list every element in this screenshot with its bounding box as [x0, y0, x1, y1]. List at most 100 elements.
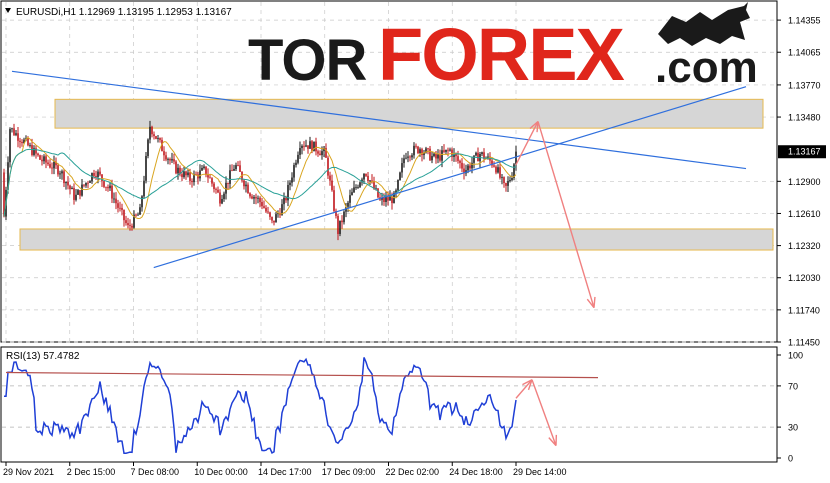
candle-body	[147, 139, 149, 156]
candle-body	[43, 156, 45, 162]
candle-body	[105, 186, 107, 188]
candle-body	[255, 197, 257, 199]
candle-body	[143, 180, 145, 197]
candle-body	[499, 167, 501, 178]
candle-body	[129, 225, 131, 226]
candle-body	[111, 185, 113, 199]
price-tick-label: 1.13770	[788, 80, 821, 90]
candle-body	[435, 153, 437, 159]
candle-body	[365, 173, 367, 176]
candle-body	[443, 150, 445, 152]
candle-body	[347, 202, 349, 207]
candle-body	[203, 166, 205, 168]
candle-body	[97, 171, 99, 178]
candle-body	[71, 188, 73, 190]
candle-body	[9, 129, 11, 163]
candle-body	[503, 177, 505, 184]
candle-body	[77, 190, 79, 195]
candle-body	[39, 155, 41, 160]
support-zone	[19, 228, 774, 251]
candle-body	[481, 152, 483, 154]
candle-body	[369, 180, 371, 182]
candle-body	[357, 187, 359, 188]
current-price-label: 1.13167	[788, 147, 821, 157]
current-price-marker: 1.13167	[778, 145, 826, 159]
candle-body	[181, 174, 183, 177]
time-tick-label: 10 Dec 00:00	[194, 467, 248, 477]
candle-body	[419, 149, 421, 153]
logo-forex: FOREX	[378, 13, 625, 96]
candle-body	[237, 165, 239, 166]
candle-body	[125, 220, 127, 224]
time-tick-label: 2 Dec 15:00	[67, 467, 116, 477]
candle-body	[95, 175, 97, 178]
candle-body	[249, 193, 251, 197]
candle-body	[431, 156, 433, 161]
candle-body	[295, 162, 297, 166]
candle-body	[461, 162, 463, 169]
candle-body	[289, 182, 291, 186]
candle-body	[253, 197, 255, 199]
candle-body	[501, 177, 503, 178]
candle-body	[61, 171, 63, 174]
candle-body	[309, 141, 311, 149]
candle-body	[171, 159, 173, 161]
candle-body	[51, 167, 53, 169]
candle-body	[211, 178, 213, 184]
candle-body	[59, 173, 61, 175]
candle-body	[15, 133, 17, 135]
candle-body	[17, 133, 19, 141]
candle-body	[415, 145, 417, 147]
candle-body	[343, 211, 345, 223]
candle-body	[301, 145, 303, 149]
price-tick-label: 1.12030	[788, 273, 821, 283]
candle-body	[331, 180, 333, 191]
candle-body	[73, 188, 75, 200]
rsi-tick-label: 70	[788, 381, 798, 391]
candle-body	[493, 165, 495, 167]
candle-body	[495, 166, 497, 173]
candle-body	[231, 170, 233, 172]
candle-body	[243, 180, 245, 187]
candle-body	[439, 154, 441, 161]
candle-body	[413, 145, 415, 156]
candle-body	[69, 185, 71, 190]
price-tick-label: 1.11740	[788, 305, 820, 315]
candle-body	[89, 181, 91, 183]
rsi-tick-label: 100	[788, 351, 803, 361]
candle-body	[37, 153, 39, 156]
candle-body	[297, 154, 299, 163]
candle-body	[103, 181, 105, 187]
price-tick-label: 1.12610	[788, 209, 821, 219]
candle-body	[135, 214, 137, 216]
candle-body	[109, 185, 111, 189]
logo-tor: TOR	[248, 28, 366, 93]
rsi-axis: 100 70 30 0	[777, 351, 803, 464]
candle-body	[219, 192, 221, 204]
candle-body	[169, 159, 171, 161]
candle-body	[341, 220, 343, 223]
candle-body	[269, 212, 271, 217]
candle-body	[477, 152, 479, 162]
time-tick-label: 24 Dec 18:00	[449, 467, 503, 477]
price-tick-label: 1.14065	[788, 48, 821, 58]
candle-body	[227, 182, 229, 184]
candle-body	[327, 157, 329, 176]
candle-body	[459, 160, 461, 163]
candle-body	[351, 192, 353, 196]
candle-body	[163, 151, 165, 156]
rsi-tick-label: 30	[788, 423, 798, 433]
rsi-panel	[0, 346, 778, 463]
candle-body	[57, 165, 59, 175]
candle-body	[385, 197, 387, 202]
candle-body	[447, 149, 449, 151]
candle-body	[307, 145, 309, 149]
candle-body	[377, 188, 379, 198]
candle-body	[261, 202, 263, 207]
candle-body	[29, 145, 31, 146]
candle-body	[165, 155, 167, 160]
candle-body	[401, 163, 403, 173]
candle-body	[209, 177, 211, 179]
candle-body	[151, 126, 153, 135]
price-tick-label: 1.13480	[788, 113, 821, 123]
